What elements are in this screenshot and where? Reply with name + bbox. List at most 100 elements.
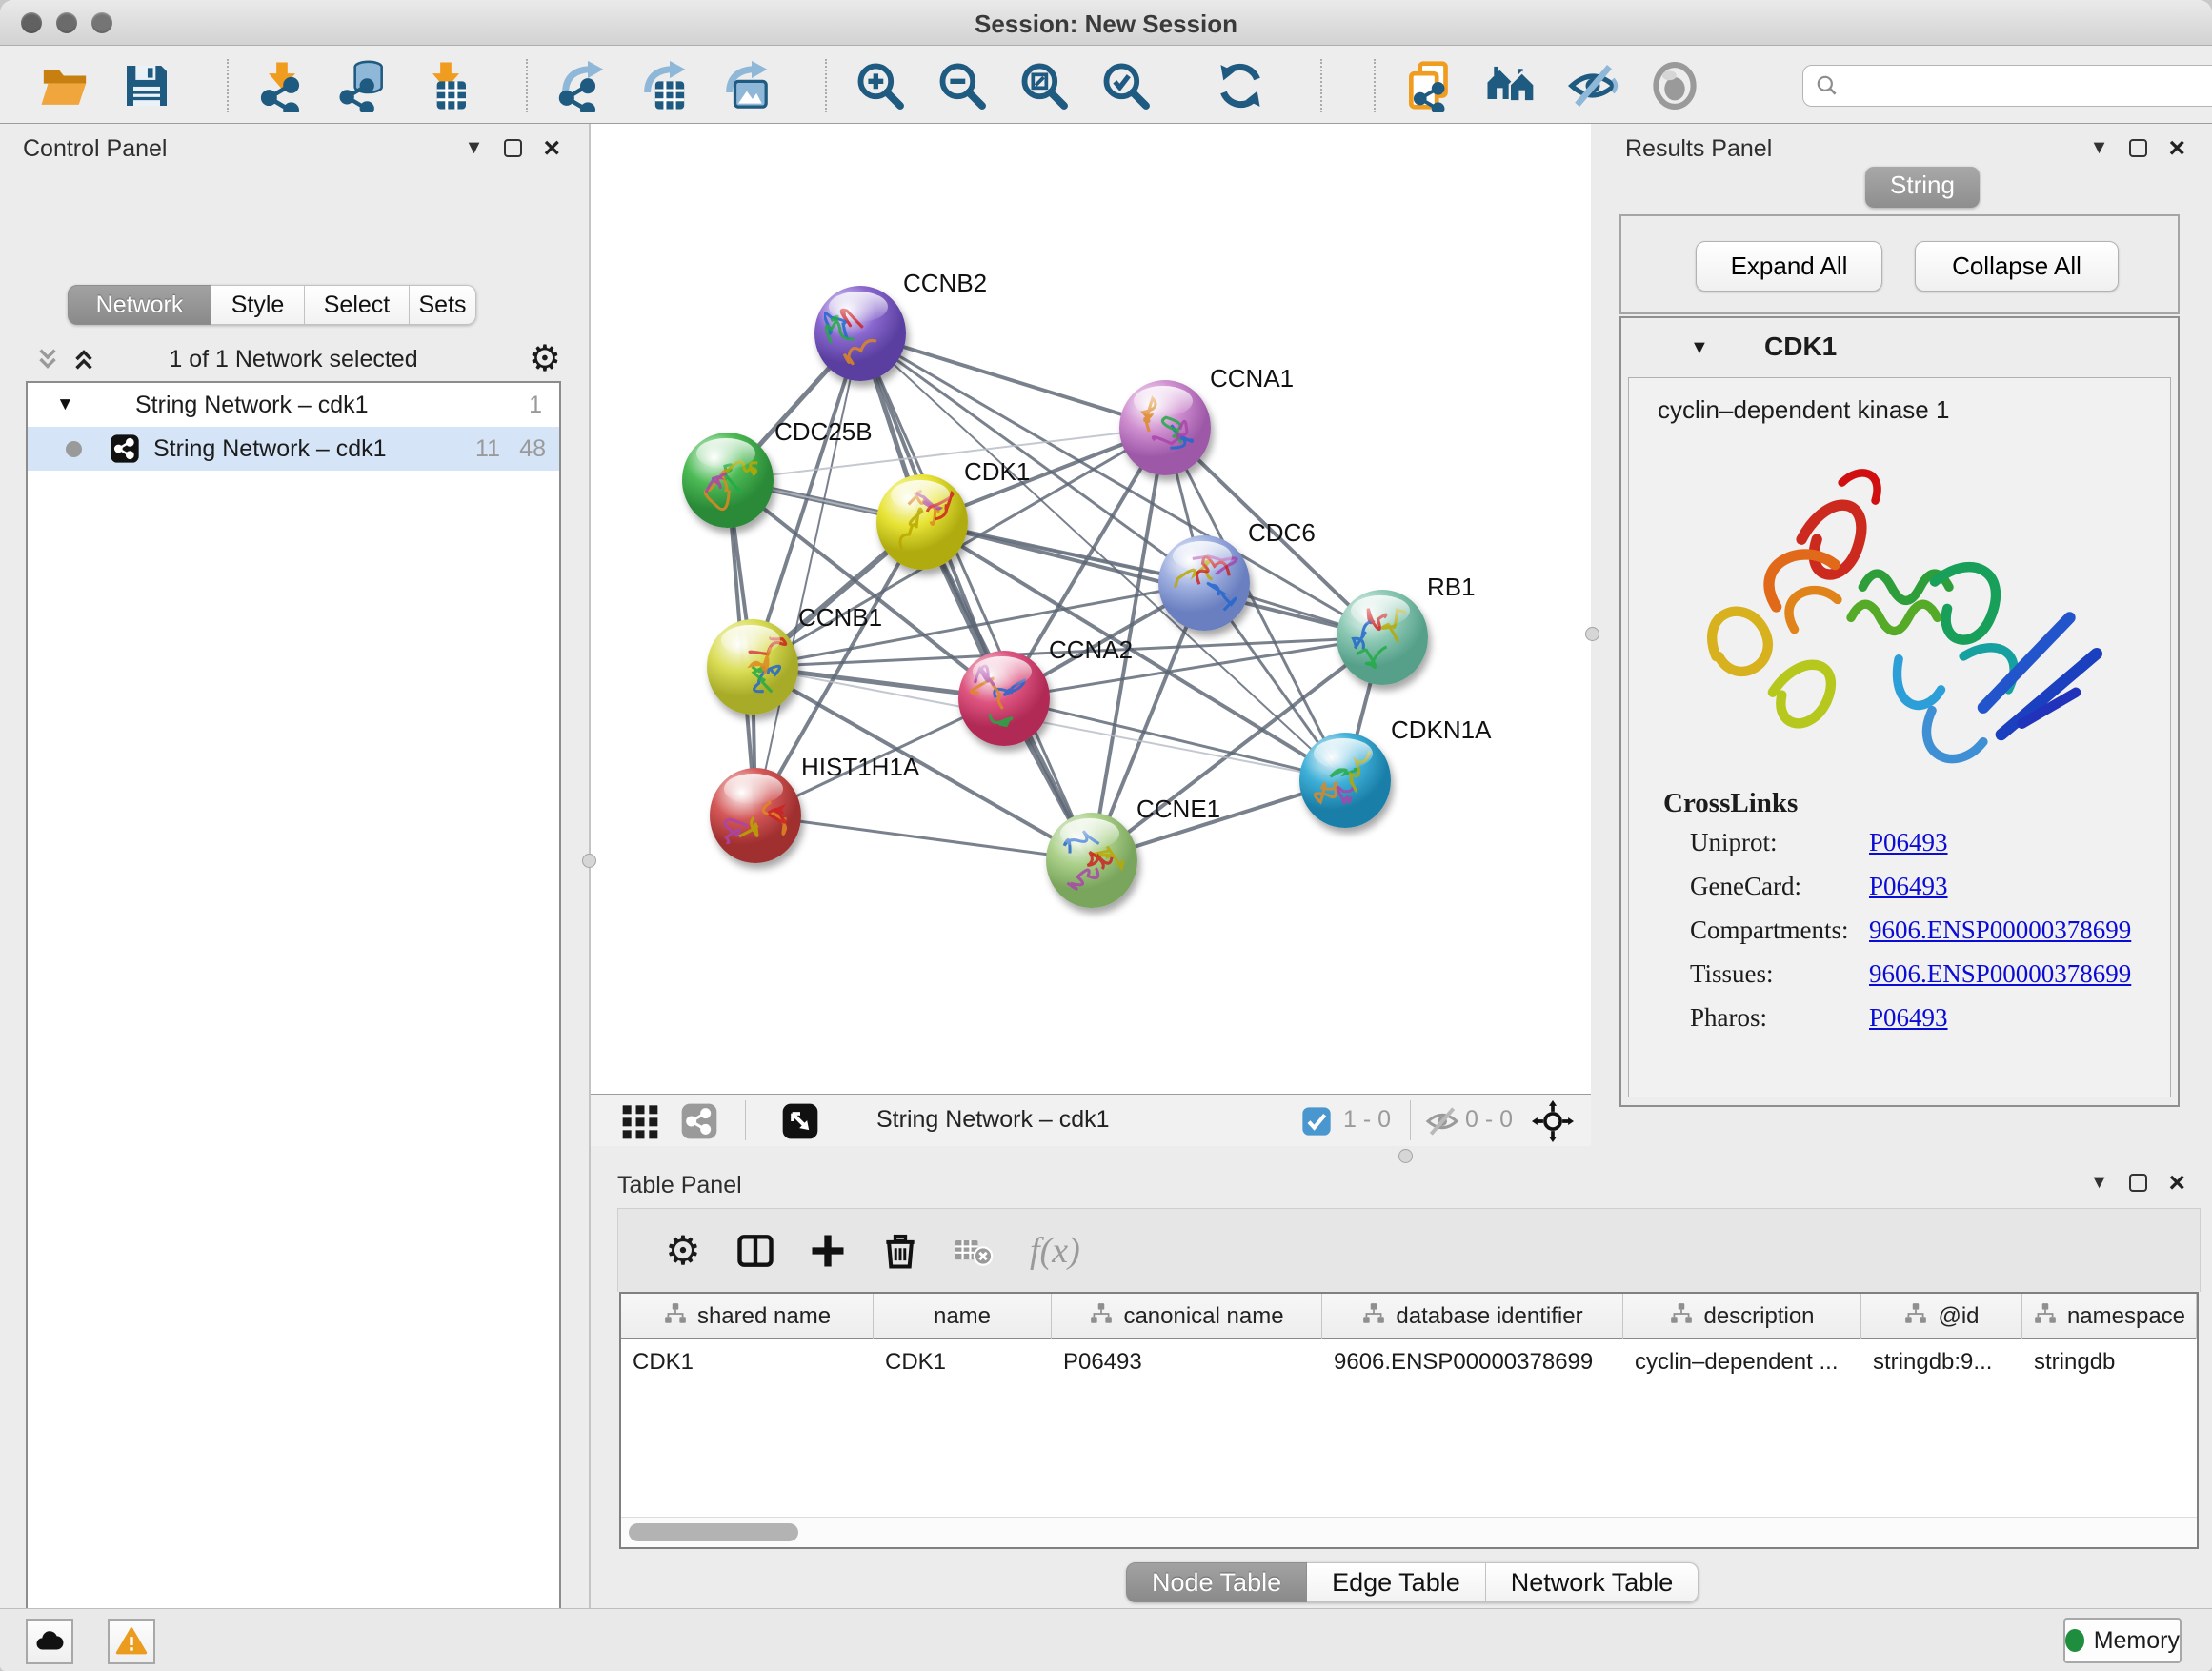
table-cell[interactable]: P06493 [1052,1341,1322,1385]
table-row[interactable]: CDK1CDK1P064939606.ENSP00000378699cyclin… [621,1341,2197,1385]
export-image-icon[interactable] [718,59,772,112]
fit-selected-crosshair-icon[interactable] [1532,1100,1574,1142]
bottom-splitter-handle[interactable] [1398,1149,1413,1163]
import-network-from-database-icon[interactable] [337,59,391,112]
import-table-from-file-icon[interactable] [419,59,473,112]
network-tree-row[interactable]: ▼ String Network – cdk1 1 [28,383,559,427]
node-ccna2[interactable] [958,651,1050,746]
export-table-icon[interactable] [636,59,690,112]
crosslink-value-link[interactable]: 9606.ENSP00000378699 [1869,916,2131,945]
zoom-in-icon[interactable] [854,59,907,112]
hidden-nodes-eye-icon[interactable] [1423,1102,1461,1140]
table-horizontal-scrollbar[interactable] [621,1517,2197,1547]
column-header-description[interactable]: description [1623,1294,1861,1339]
refresh-network-icon[interactable] [1214,59,1267,112]
node-cdkn1a[interactable] [1299,733,1391,828]
expand-collapse-icon[interactable]: ▼ [56,394,74,415]
crosslink-value-link[interactable]: 9606.ENSP00000378699 [1869,959,2131,989]
tab-select[interactable]: Select [305,285,410,325]
crosslink-value-link[interactable]: P06493 [1869,872,1948,901]
table-scrollbar-thumb[interactable] [629,1523,798,1541]
column-label: name [934,1303,991,1330]
node-cdk1[interactable] [876,474,968,570]
network-edges [591,124,1591,1094]
cloud-status-button[interactable] [26,1619,73,1664]
control-panel-close-icon[interactable]: × [543,139,560,157]
import-network-from-file-icon[interactable] [255,59,309,112]
save-session-icon[interactable] [120,59,173,112]
table-panel-menu-icon[interactable]: ▼ [2090,1172,2109,1194]
show-all-icon[interactable] [1648,59,1701,112]
table-type-tabs: Node TableEdge TableNetwork Table [1126,1562,1699,1602]
node-hist1h1a[interactable] [710,768,801,863]
network-options-gear-icon[interactable]: ⚙ [529,337,561,380]
open-session-icon[interactable] [38,59,91,112]
results-panel-menu-icon[interactable]: ▼ [2090,137,2109,159]
column-header-database-identifier[interactable]: database identifier [1322,1294,1623,1339]
network-tree: ▼ String Network – cdk1 1 String Network… [26,381,561,1671]
crosslink-value-link[interactable]: P06493 [1869,828,1948,857]
node-ccna1[interactable] [1119,380,1211,475]
tab-string[interactable]: String [1865,167,1980,208]
gene-section-header[interactable]: ▼ CDK1 [1621,318,2178,377]
control-panel-float-icon[interactable] [504,139,522,157]
selected-nodes-checkbox-icon[interactable] [1301,1106,1332,1137]
node-cdc25b[interactable] [682,433,774,528]
warnings-button[interactable] [108,1619,155,1664]
node-ccnb1[interactable] [707,619,798,715]
expand-all-button[interactable]: Expand All [1696,241,1882,292]
toggle-columns-icon[interactable] [734,1230,776,1272]
table-cell[interactable]: CDK1 [874,1341,1052,1385]
memory-button[interactable]: Memory [2063,1618,2182,1663]
results-panel-float-icon[interactable] [2129,139,2147,157]
control-panel-menu-icon[interactable]: ▼ [465,137,484,159]
column-header-shared-name[interactable]: shared name [621,1294,874,1339]
table-cell[interactable]: stringdb:9... [1861,1341,2022,1385]
export-network-icon[interactable] [554,59,608,112]
left-splitter-handle[interactable] [582,854,596,868]
string-network-badge-icon[interactable] [680,1102,718,1140]
birds-eye-view-icon[interactable] [621,1102,659,1140]
table-cell[interactable]: stringdb [2022,1341,2197,1385]
right-splitter-handle[interactable] [1585,627,1599,641]
clone-network-icon[interactable] [1402,59,1456,112]
table-panel-float-icon[interactable] [2129,1174,2147,1192]
function-builder-icon[interactable]: f(x) [1030,1230,1080,1272]
table-panel-close-icon[interactable]: × [2168,1174,2185,1192]
tab-edge-table[interactable]: Edge Table [1307,1562,1486,1602]
add-column-icon[interactable] [807,1230,849,1272]
tab-network-table[interactable]: Network Table [1486,1562,1699,1602]
crosslink-value-link[interactable]: P06493 [1869,1003,1948,1033]
node-rb1[interactable] [1337,590,1428,685]
column-header-canonical-name[interactable]: canonical name [1052,1294,1322,1339]
zoom-out-icon[interactable] [935,59,989,112]
delete-table-icon[interactable] [952,1230,994,1272]
first-neighbors-icon[interactable] [1484,59,1538,112]
network-tree-row[interactable]: String Network – cdk1 11 48 [28,427,559,471]
node-ccnb2[interactable] [814,286,906,381]
results-panel-close-icon[interactable]: × [2168,139,2185,157]
network-canvas[interactable]: CCNB2CCNA1CDC25BCDK1CDC6RB1CCNB1CCNA2CDK… [591,124,1591,1094]
node-cdc6[interactable] [1158,535,1250,631]
zoom-fit-content-icon[interactable] [1017,59,1071,112]
delete-column-icon[interactable] [879,1230,921,1272]
collapse-all-button[interactable]: Collapse All [1915,241,2119,292]
tab-node-table[interactable]: Node Table [1126,1562,1307,1602]
hide-selected-icon[interactable] [1566,59,1619,112]
zoom-selected-icon[interactable] [1099,59,1153,112]
column-header-name[interactable]: name [874,1294,1052,1339]
node-ccne1[interactable] [1046,813,1137,908]
search-input[interactable] [1847,72,2212,99]
column-header-id[interactable]: @id [1861,1294,2022,1339]
tab-network[interactable]: Network [68,285,211,325]
table-settings-gear-icon[interactable]: ⚙ [662,1230,704,1272]
tab-style[interactable]: Style [211,285,305,325]
collapse-triangle-icon[interactable]: ▼ [1690,337,1709,359]
table-cell[interactable]: cyclin–dependent ... [1623,1341,1861,1385]
open-in-browser-icon[interactable] [781,1102,819,1140]
table-cell[interactable]: 9606.ENSP00000378699 [1322,1341,1623,1385]
tab-sets[interactable]: Sets [410,285,476,325]
table-cell[interactable]: CDK1 [621,1341,874,1385]
column-type-icon [1903,1301,1928,1333]
column-header-namespace[interactable]: namespace [2022,1294,2197,1339]
